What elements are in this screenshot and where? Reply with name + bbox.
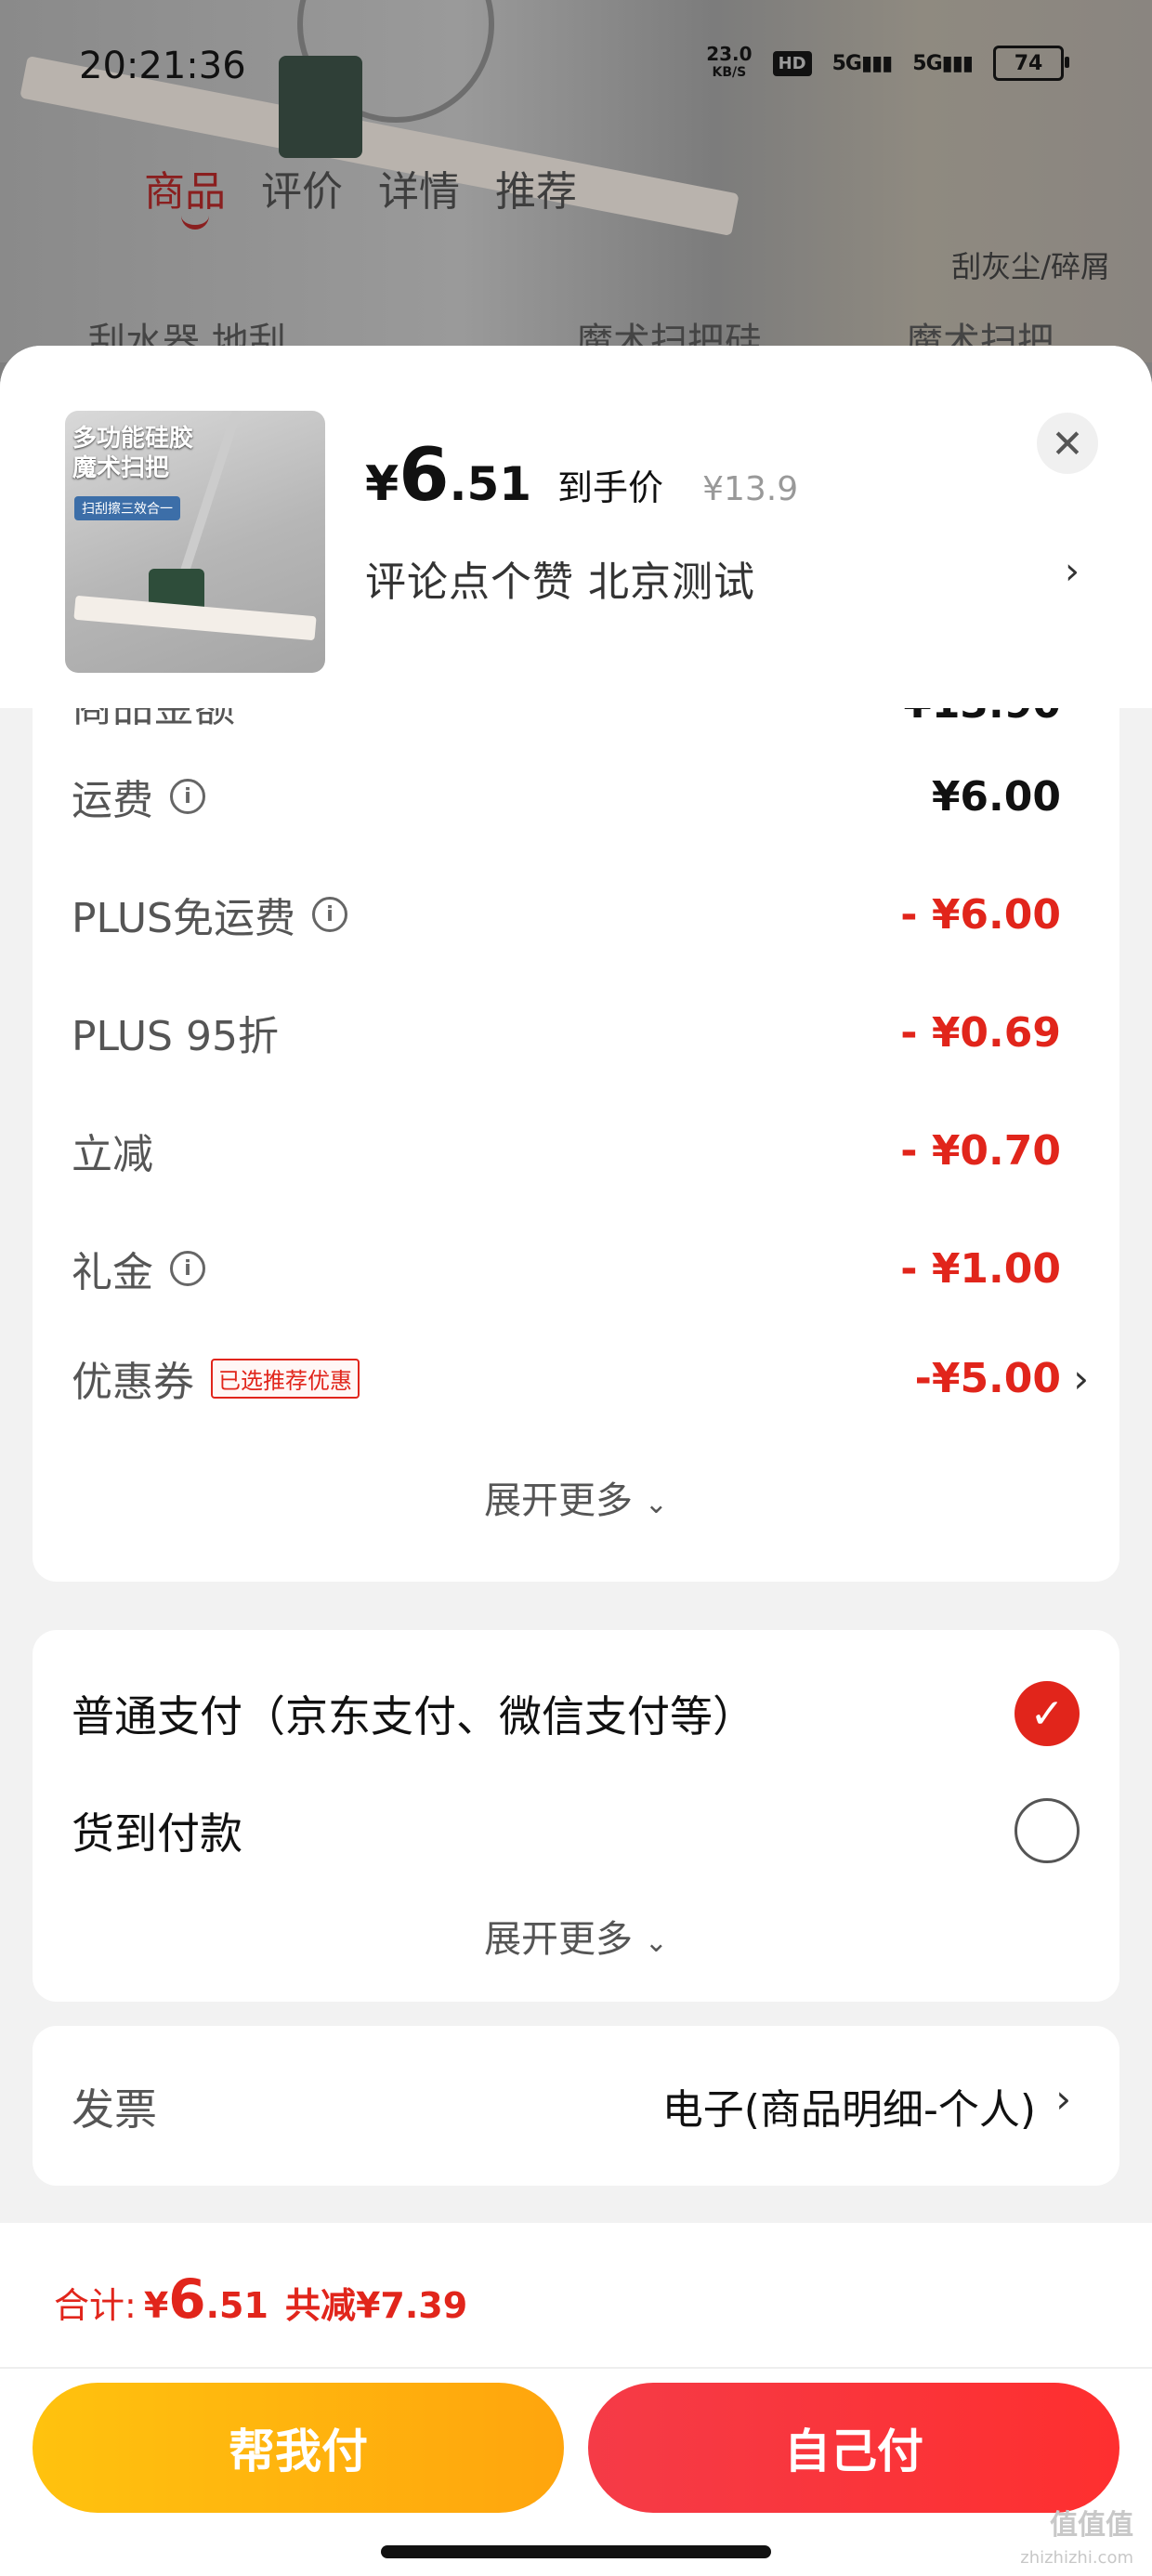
bg-tab-recommend: 推荐 bbox=[495, 168, 577, 216]
coupon-badge: 已选推荐优惠 bbox=[211, 1358, 360, 1399]
total-yen: ¥ bbox=[143, 2285, 169, 2326]
price-int: 6 bbox=[399, 434, 450, 518]
total-reduce: 共减¥7.39 bbox=[284, 2285, 468, 2326]
price-yen: ¥ bbox=[365, 456, 399, 512]
hd-icon: HD bbox=[772, 50, 812, 76]
close-icon: ✕ bbox=[1051, 420, 1084, 467]
payment-option-label: 普通支付（京东支付、微信支付等） bbox=[72, 1691, 755, 1741]
fee-card: 商品金额 ¥13.90 运费 i ¥6.00 PLUS免运费 i - ¥6.00… bbox=[33, 624, 1119, 1582]
fee-label: PLUS 95折 bbox=[72, 1013, 279, 1060]
fee-label: 运费 bbox=[72, 777, 153, 824]
fee-label: 优惠券 bbox=[72, 1359, 194, 1406]
product-summary: 多功能硅胶 魔术扫把 扫刮擦三效合一 ¥6.51 到手价 ¥13.9 评论点个赞… bbox=[0, 346, 1152, 708]
chevron-right-icon: › bbox=[1073, 1355, 1089, 1401]
total-dec: .51 bbox=[205, 2285, 268, 2326]
fee-label-wrap: PLUS免运费 i bbox=[72, 885, 347, 944]
close-button[interactable]: ✕ bbox=[1037, 413, 1098, 474]
bg-tab-goods: 商品 bbox=[144, 168, 226, 216]
price-row: ¥6.51 到手价 ¥13.9 bbox=[365, 434, 798, 518]
fee-row-shipping: 运费 i ¥6.00 bbox=[72, 764, 1061, 829]
info-icon[interactable]: i bbox=[312, 897, 347, 932]
invoice-value: 电子(商品明细-个人) bbox=[661, 2086, 1036, 2134]
fee-row-plus-free-shipping: PLUS免运费 i - ¥6.00 bbox=[72, 882, 1061, 947]
signal-label-2: 5G bbox=[912, 51, 942, 75]
chevron-down-icon: ⌄ bbox=[644, 1926, 668, 1959]
fee-value: - ¥0.70 bbox=[900, 1126, 1061, 1175]
signal-label-1: 5G bbox=[831, 51, 862, 75]
background-product-page: 20:21:36 23.0 KB/S HD 5G▮▮▮ 5G▮▮▮ 74 商品 … bbox=[0, 0, 1152, 363]
fee-value: - ¥1.00 bbox=[900, 1244, 1061, 1293]
expand-more-fees[interactable]: 展开更多 ⌄ bbox=[33, 1470, 1119, 1524]
bg-product-image-head bbox=[279, 56, 362, 158]
fee-row-plus-discount: PLUS 95折 - ¥0.69 bbox=[72, 1000, 1061, 1065]
fee-value: ¥6.00 bbox=[931, 772, 1061, 821]
net-speed-unit: KB/S bbox=[712, 65, 747, 80]
thumb-title-line-2: 魔术扫把 bbox=[72, 454, 170, 482]
payment-option-label: 货到付款 bbox=[72, 1808, 242, 1859]
price-dec: .51 bbox=[449, 457, 532, 511]
watermark-logo: 值值值 bbox=[1050, 2509, 1133, 2542]
invoice-label: 发票 bbox=[72, 2084, 157, 2135]
signal-icon-2: 5G▮▮▮ bbox=[912, 51, 974, 75]
info-icon[interactable]: i bbox=[170, 779, 205, 814]
home-indicator[interactable] bbox=[381, 2545, 771, 2558]
bg-tab-details: 详情 bbox=[378, 168, 460, 216]
fee-label: PLUS免运费 bbox=[72, 895, 295, 942]
total-line: 合计: ¥6.51 共减¥7.39 bbox=[54, 2267, 467, 2331]
fee-label: 立减 bbox=[72, 1131, 153, 1178]
payment-option-normal[interactable]: 普通支付（京东支付、微信支付等） ✓ bbox=[72, 1678, 1080, 1749]
thumb-tag: 扫刮擦三效合一 bbox=[74, 496, 180, 520]
self-pay-button[interactable]: 自己付 bbox=[588, 2383, 1119, 2513]
bg-tab-underline bbox=[181, 212, 209, 230]
net-speed-value: 23.0 bbox=[706, 43, 753, 65]
payment-option-cod[interactable]: 货到付款 bbox=[72, 1795, 1080, 1866]
fee-row-instant-reduce: 立减 - ¥0.70 bbox=[72, 1118, 1061, 1183]
total-label: 合计: bbox=[54, 2285, 137, 2326]
bg-tab-reviews: 评价 bbox=[261, 168, 343, 216]
net-speed: 23.0 KB/S bbox=[706, 45, 752, 82]
invoice-card[interactable]: 发票 电子(商品明细-个人) › bbox=[33, 2026, 1119, 2186]
thumb-title-line-1: 多功能硅胶 bbox=[72, 425, 194, 453]
chevron-down-icon: ⌄ bbox=[644, 1488, 668, 1520]
fee-row-coupon[interactable]: 优惠券 已选推荐优惠 -¥5.00 › bbox=[72, 1346, 1089, 1411]
total-int: 6 bbox=[168, 2267, 206, 2331]
fee-label-wrap: 优惠券 已选推荐优惠 bbox=[72, 1348, 360, 1408]
expand-more-payment[interactable]: 展开更多 ⌄ bbox=[33, 1909, 1119, 1963]
watermark-url: zhizhizhi.com bbox=[1020, 2548, 1133, 2568]
product-thumbnail: 多功能硅胶 魔术扫把 扫刮擦三效合一 bbox=[65, 411, 325, 673]
expand-more-label: 展开更多 bbox=[484, 1479, 634, 1522]
fee-label-wrap: 礼金 i bbox=[72, 1239, 205, 1298]
bottom-bar: 合计: ¥6.51 共减¥7.39 帮我付 自己付 值值值 zhizhizhi.… bbox=[0, 2223, 1152, 2576]
thumb-title: 多功能硅胶 魔术扫把 bbox=[72, 424, 193, 483]
fee-value: -¥5.00 bbox=[914, 1354, 1061, 1402]
price-label: 到手价 bbox=[557, 467, 664, 508]
chevron-right-icon[interactable]: › bbox=[1065, 550, 1080, 593]
bg-right-label: 刮灰尘/碎屑 bbox=[951, 249, 1110, 284]
checkmark-icon[interactable]: ✓ bbox=[1015, 1681, 1080, 1746]
radio-unchecked-icon[interactable] bbox=[1015, 1798, 1080, 1863]
status-icons: 23.0 KB/S HD 5G▮▮▮ 5G▮▮▮ 74 bbox=[706, 45, 1069, 82]
payment-card: 普通支付（京东支付、微信支付等） ✓ 货到付款 展开更多 ⌄ bbox=[33, 1630, 1119, 2002]
fee-row-gift-money: 礼金 i - ¥1.00 bbox=[72, 1236, 1061, 1301]
chevron-right-icon: › bbox=[1055, 2076, 1071, 2122]
signal-icon: 5G▮▮▮ bbox=[831, 51, 894, 75]
expand-more-label: 展开更多 bbox=[484, 1918, 634, 1961]
battery-icon: 74 bbox=[993, 46, 1069, 81]
selected-spec[interactable]: 评论点个赞 北京测试 bbox=[365, 548, 755, 608]
divider bbox=[0, 2367, 1152, 2369]
fee-label-wrap: 运费 i bbox=[72, 767, 205, 826]
fee-value: - ¥6.00 bbox=[900, 890, 1061, 939]
fee-value: - ¥0.69 bbox=[900, 1008, 1061, 1057]
help-pay-button[interactable]: 帮我付 bbox=[33, 2383, 564, 2513]
status-time: 20:21:36 bbox=[79, 45, 246, 87]
original-price: ¥13.9 bbox=[702, 470, 799, 508]
info-icon[interactable]: i bbox=[170, 1251, 205, 1286]
bg-tabs: 商品 评价 详情 推荐 bbox=[144, 158, 577, 217]
price: ¥6.51 bbox=[365, 434, 531, 518]
fee-label: 礼金 bbox=[72, 1249, 153, 1296]
